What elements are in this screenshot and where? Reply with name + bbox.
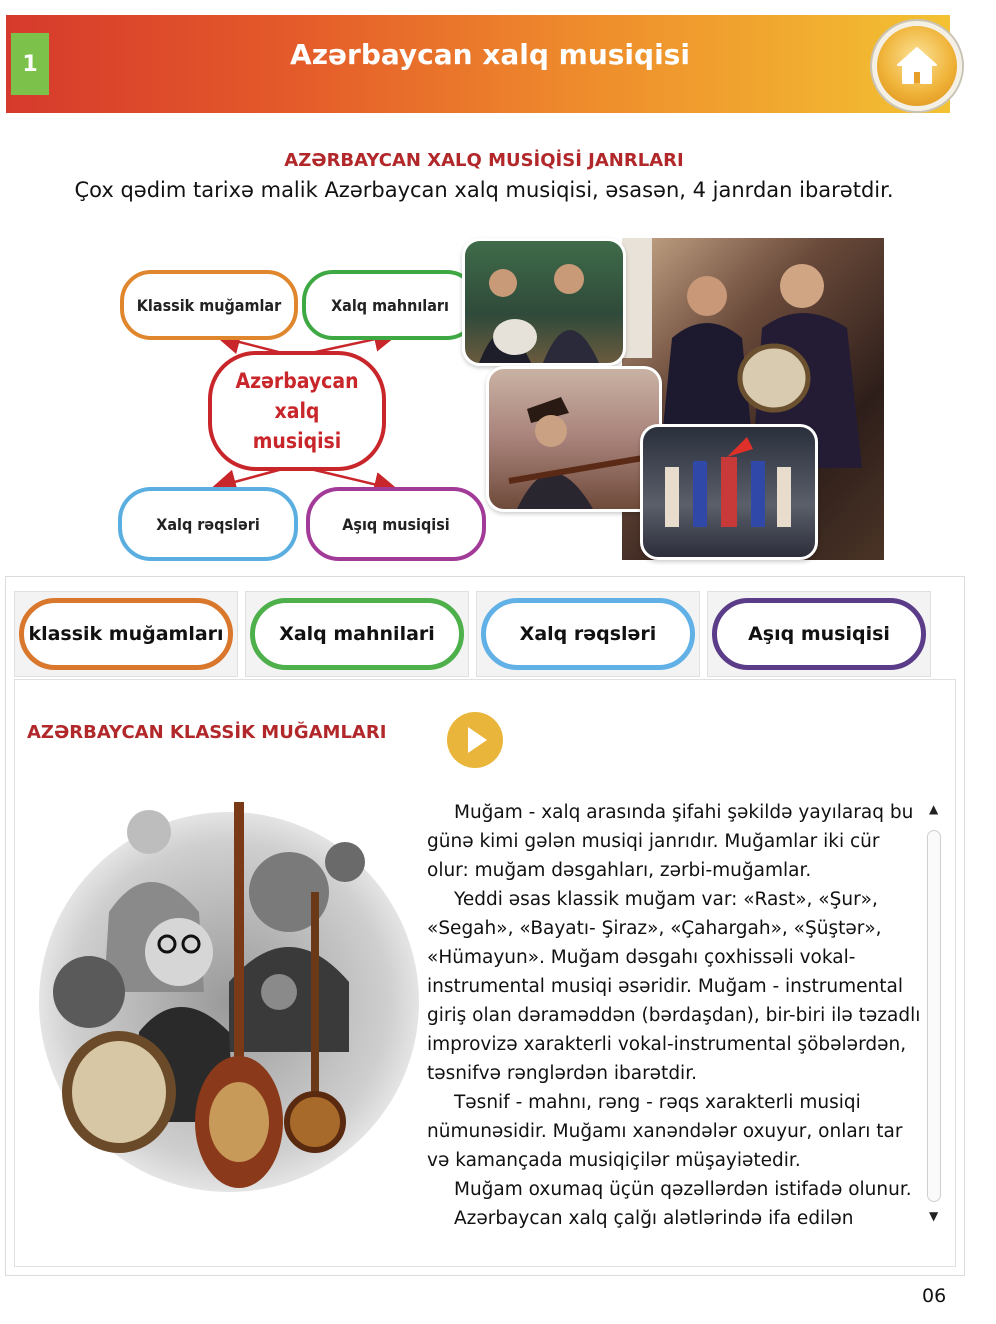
play-icon	[468, 727, 487, 753]
diagram-node-songs-label: Xalq mahnıları	[331, 295, 449, 315]
scroll-down-arrow-icon[interactable]: ▼	[929, 1209, 938, 1223]
tab-folk-songs[interactable]: Xalq mahnilari	[245, 591, 469, 677]
tab-classic-mugham-pill[interactable]: klassik muğamları	[19, 598, 233, 670]
tab-folk-songs-pill[interactable]: Xalq mahnilari	[250, 598, 464, 670]
photo-ashiq-painting	[486, 366, 662, 512]
diagram-node-ashiq-label: Aşıq musiqisi	[342, 514, 450, 534]
page-title: Azərbaycan xalq musiqisi	[290, 38, 690, 71]
paragraph: Yeddi əsas klassik muğam var: «Rast», «Ş…	[427, 889, 921, 1084]
mugham-masters-illustration	[29, 792, 421, 1202]
tab-content: AZƏRBAYCAN KLASSİK MUĞAMLARI Muğam - xal…	[14, 679, 956, 1267]
paragraph: Azərbaycan xalq çalğı alətlərində ifa ed…	[454, 1208, 854, 1229]
paragraph: Təsnif - mahnı, rəng - rəqs xarakterli m…	[427, 1092, 903, 1171]
diagram-node-songs: Xalq mahnıları	[302, 270, 478, 340]
mugham-collage-svg	[39, 802, 419, 1192]
dancers-illustration	[665, 437, 791, 527]
intro-text: Çox qədim tarixə malik Azərbaycan xalq m…	[74, 178, 894, 202]
tab-ashiq-music[interactable]: Aşıq musiqisi	[707, 591, 931, 677]
tab-folk-dances-label: Xalq rəqsləri	[519, 623, 657, 645]
page-number: 06	[922, 1285, 947, 1307]
diagram-center-node: Azərbaycan xalq musiqisi	[208, 351, 386, 471]
photo-dancers	[640, 424, 818, 560]
genres-heading: AZƏRBAYCAN XALQ MUSİQİSİ JANRLARI	[284, 150, 684, 171]
section-title: AZƏRBAYCAN KLASSİK MUĞAMLARI	[27, 722, 387, 743]
scrollbar[interactable]	[927, 830, 941, 1202]
chapter-number: 1	[11, 33, 49, 95]
diagram-node-classic-label: Klassik muğamlar	[136, 295, 282, 315]
diagram-node-classic: Klassik muğamlar	[120, 270, 298, 340]
tab-ashiq-music-label: Aşıq musiqisi	[748, 623, 890, 645]
tab-ashiq-music-pill[interactable]: Aşıq musiqisi	[712, 598, 926, 670]
content-panel: klassik muğamları Xalq mahnilari Xalq rə…	[5, 576, 965, 1276]
tab-folk-dances[interactable]: Xalq rəqsləri	[476, 591, 700, 677]
diagram-center-label: Azərbaycan xalq musiqisi	[235, 369, 359, 453]
diagram-node-ashiq: Aşıq musiqisi	[306, 487, 486, 561]
photo-collage	[462, 238, 884, 560]
ashiq-illustration	[508, 397, 650, 509]
home-icon	[897, 47, 937, 84]
paragraph: Muğam - xalq arasında şifahi şəkildə yay…	[427, 802, 914, 881]
tab-folk-songs-label: Xalq mahnilari	[279, 623, 435, 645]
tab-classic-mugham-label: klassik muğamları	[28, 623, 224, 645]
tab-classic-mugham[interactable]: klassik muğamları	[14, 591, 238, 677]
singers-illustration	[479, 264, 599, 363]
diagram-node-dances-label: Xalq rəqsləri	[156, 514, 260, 534]
play-button[interactable]	[447, 712, 503, 768]
scroll-up-arrow-icon[interactable]: ▲	[929, 802, 938, 816]
tab-folk-dances-pill[interactable]: Xalq rəqsləri	[481, 598, 695, 670]
genres-diagram: Klassik muğamlar Xalq mahnıları Azərbayc…	[112, 255, 492, 565]
diagram-node-dances: Xalq rəqsləri	[118, 487, 298, 561]
tabs-bar: klassik muğamları Xalq mahnilari Xalq rə…	[14, 589, 954, 679]
home-button[interactable]	[872, 21, 962, 111]
mugham-text: Muğam - xalq arasında şifahi şəkildə yay…	[427, 798, 925, 1233]
photo-singers	[462, 238, 626, 366]
paragraph: Muğam oxumaq üçün qəzəllərdən istifadə o…	[454, 1179, 912, 1200]
